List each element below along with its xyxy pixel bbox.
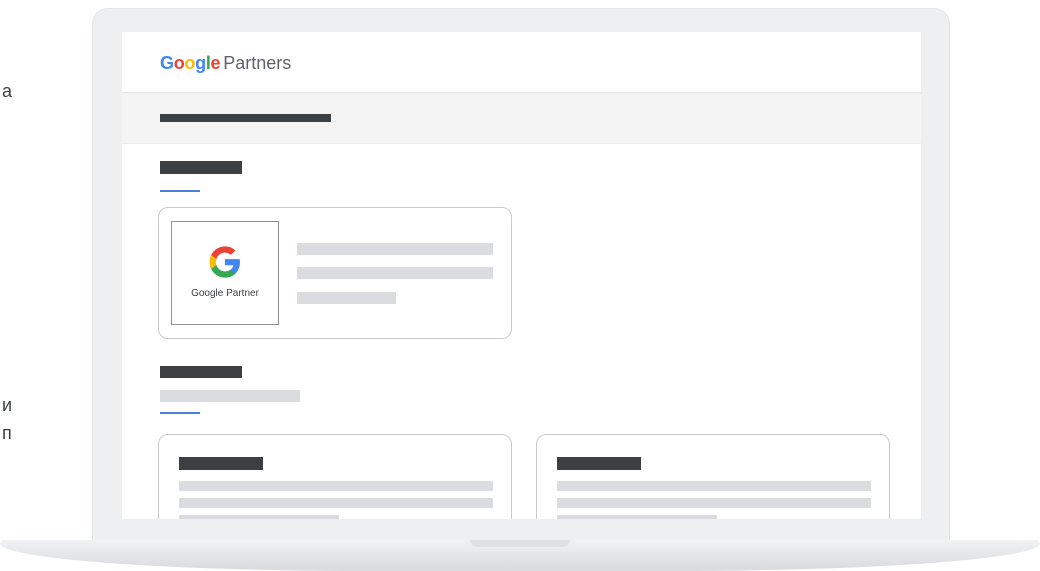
logo-letter-o: o [173, 53, 185, 73]
info-card[interactable] [536, 434, 890, 519]
card-text-placeholder [557, 515, 717, 519]
logo-product-name: Partners [223, 53, 292, 73]
card-text-placeholder [179, 481, 493, 491]
cropped-text-m: и [2, 395, 13, 415]
google-wordmark: Google [160, 53, 221, 73]
logo-letter-o: o [184, 53, 196, 73]
card-text-placeholder [297, 267, 493, 279]
card-text-placeholder [179, 515, 339, 519]
logo-letter-g: G [160, 53, 174, 73]
partner-badge-card[interactable]: Google Partner [158, 207, 512, 339]
card-text-placeholder [557, 498, 871, 508]
section-accent-underline [160, 190, 200, 192]
subheader-title-placeholder [160, 114, 331, 122]
subheader-bar [122, 93, 921, 144]
cropped-text-a: a [2, 81, 13, 101]
page: a и п Google Partners Google Partner [0, 0, 1040, 571]
card-text-placeholder [297, 243, 493, 255]
badge-label: Google Partner [191, 288, 259, 299]
section-accent-underline [160, 412, 200, 414]
google-g-icon [209, 246, 240, 278]
card-heading-placeholder [179, 457, 263, 470]
logo-letter-g: g [195, 53, 206, 73]
laptop-notch [470, 540, 570, 547]
site-header: Google Partners [122, 32, 921, 93]
cropped-text-n: п [2, 423, 12, 443]
card-text-placeholder [179, 498, 493, 508]
info-card[interactable] [158, 434, 512, 519]
section-heading-placeholder [160, 161, 242, 174]
logo-letter-e: e [210, 53, 221, 73]
card-text-placeholder [557, 481, 871, 491]
google-partner-badge: Google Partner [171, 221, 279, 325]
laptop-screen: Google Partners Google Partner [122, 32, 921, 519]
card-heading-placeholder [557, 457, 641, 470]
card-text-placeholder [297, 292, 396, 304]
section-subtitle-placeholder [160, 390, 300, 402]
section-heading-placeholder [160, 366, 242, 378]
google-partners-logo[interactable]: Google Partners [160, 52, 291, 74]
